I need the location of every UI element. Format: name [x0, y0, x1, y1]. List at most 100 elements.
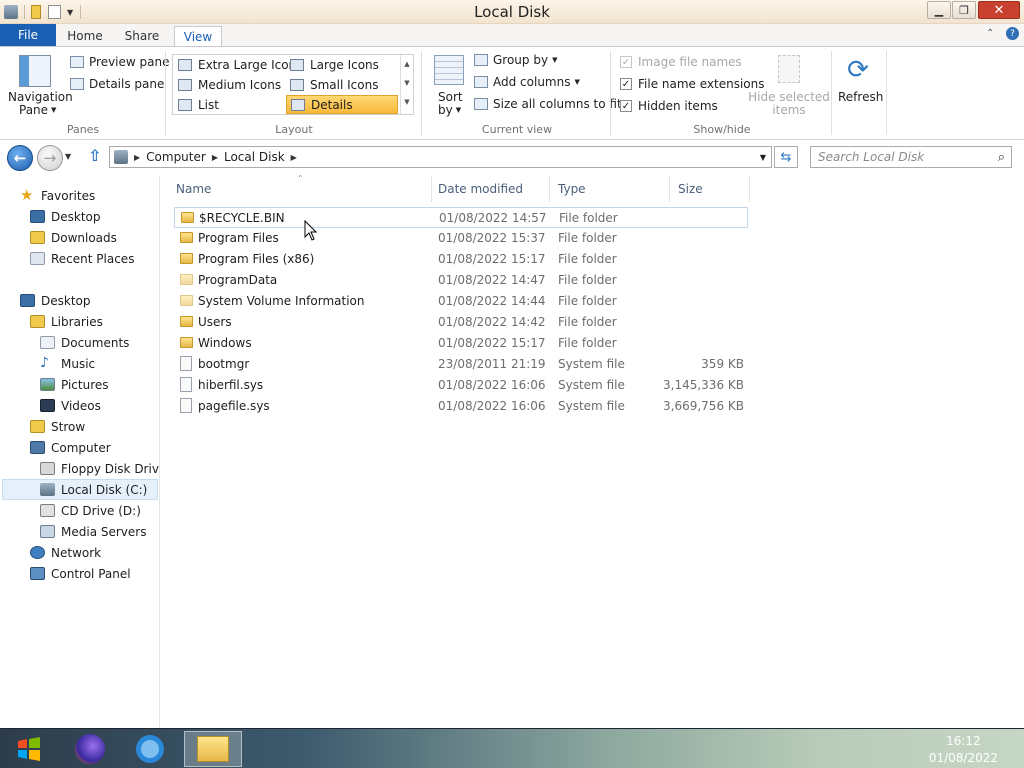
tab-home[interactable]: Home — [60, 26, 110, 46]
nav-cd-drive[interactable]: CD Drive (D:) — [40, 500, 141, 521]
file-row[interactable]: hiberfil.sys 01/08/2022 16:06 System file 3… — [174, 375, 748, 396]
group-by-button[interactable]: Group by ▼ — [474, 53, 557, 67]
nav-network[interactable]: Network — [30, 542, 101, 563]
column-header-date[interactable]: Date modified — [430, 176, 550, 202]
nav-local-disk[interactable]: Local Disk (C:) — [2, 479, 158, 500]
nav-downloads[interactable]: Downloads — [30, 227, 117, 248]
breadcrumb-computer[interactable]: Computer — [146, 150, 206, 164]
nav-label: Documents — [61, 335, 130, 350]
nav-desktop[interactable]: Desktop — [20, 290, 91, 311]
sort-by-label2[interactable]: by ▼ — [438, 103, 461, 117]
file-row[interactable]: ProgramData 01/08/2022 14:47 File folder — [174, 270, 748, 291]
nav-computer[interactable]: Computer — [30, 437, 111, 458]
navigation-pane-icon[interactable] — [19, 55, 51, 87]
details-pane-icon — [70, 78, 84, 90]
size-columns-icon — [474, 98, 488, 110]
minimize-button[interactable]: ▁ — [927, 1, 951, 19]
navigation-pane-label2[interactable]: Pane ▼ — [19, 103, 56, 117]
taskbar-chrome[interactable] — [122, 731, 178, 767]
recent-locations-chevron-icon[interactable]: ▼ — [65, 152, 71, 161]
address-bar[interactable]: ▶ Computer ▶ Local Disk ▶ ▼ — [109, 146, 772, 168]
file-row[interactable]: pagefile.sys 01/08/2022 16:06 System file 3… — [174, 396, 748, 417]
refresh-button[interactable]: Refresh — [838, 90, 883, 104]
scroll-up-icon[interactable]: ▲ — [401, 55, 413, 74]
sort-by-icon[interactable] — [434, 55, 464, 85]
breadcrumb-local-disk[interactable]: Local Disk — [224, 150, 285, 164]
file-name-extensions-checkbox[interactable]: ✓ File name extensions — [620, 77, 765, 91]
layout-list[interactable]: List — [174, 95, 286, 114]
file-row[interactable]: Program Files 01/08/2022 15:37 File folder — [174, 228, 748, 249]
minimize-ribbon-icon[interactable]: ⌃ — [986, 28, 994, 39]
taskbar-firefox[interactable] — [62, 731, 118, 767]
layout-extra-large-icons[interactable]: Extra Large Icons — [174, 55, 302, 74]
column-header-type[interactable]: Type — [550, 176, 670, 202]
taskbar-file-explorer[interactable] — [184, 731, 242, 767]
size-all-columns-button[interactable]: Size all columns to fit — [474, 97, 622, 111]
tab-file[interactable]: File — [0, 24, 56, 46]
breadcrumb-separator-icon[interactable]: ▶ — [212, 153, 218, 162]
breadcrumb-separator-icon[interactable]: ▶ — [291, 153, 297, 162]
image-file-names-checkbox[interactable]: ✓ Image file names — [620, 55, 742, 69]
nav-recent-places[interactable]: Recent Places — [30, 248, 134, 269]
ribbon-tabs: File Home Share View ⌃ ? — [0, 24, 1024, 46]
layout-medium-icons[interactable]: Medium Icons — [174, 75, 286, 94]
nav-control-panel[interactable]: Control Panel — [30, 563, 131, 584]
system-file-icon — [180, 398, 192, 413]
column-header-name[interactable]: Name — [168, 176, 432, 202]
folder-icon — [180, 232, 193, 243]
nav-strow[interactable]: Strow — [30, 416, 85, 437]
search-icon[interactable]: ⌕ — [998, 150, 1005, 165]
tab-share[interactable]: Share — [116, 26, 168, 46]
start-button[interactable] — [0, 731, 58, 767]
layout-large-icons[interactable]: Large Icons — [286, 55, 398, 74]
up-arrow-icon[interactable]: ⇧ — [88, 146, 101, 165]
search-input[interactable]: Search Local Disk ⌕ — [810, 146, 1012, 168]
details-pane-button[interactable]: Details pane — [70, 77, 164, 91]
layout-small-icons[interactable]: Small Icons — [286, 75, 398, 94]
nav-pictures[interactable]: Pictures — [40, 374, 109, 395]
nav-floppy[interactable]: Floppy Disk Drive ( — [40, 458, 159, 479]
help-icon[interactable]: ? — [1006, 27, 1019, 40]
navigation-pane-button[interactable]: Navigation — [8, 90, 73, 104]
forward-button[interactable]: → — [37, 145, 63, 171]
file-row[interactable]: Users 01/08/2022 14:42 File folder — [174, 312, 748, 333]
refresh-icon[interactable]: ⟳ — [843, 55, 873, 85]
hidden-items-checkbox[interactable]: ✓ Hidden items — [620, 99, 718, 113]
preview-pane-button[interactable]: Preview pane — [70, 55, 169, 69]
layout-scroll[interactable]: ▲ ▼ ▼ — [400, 55, 413, 114]
documents-icon — [40, 336, 55, 349]
nav-favorites[interactable]: ★ Favorites — [20, 185, 95, 206]
nav-documents[interactable]: Documents — [40, 332, 129, 353]
file-row[interactable]: $RECYCLE.BIN 01/08/2022 14:57 File folder — [174, 207, 748, 228]
file-row[interactable]: System Volume Information 01/08/2022 14:4… — [174, 291, 748, 312]
scroll-down-icon[interactable]: ▼ — [401, 74, 413, 93]
nav-media-servers[interactable]: Media Servers — [40, 521, 146, 542]
address-toolbar: ← → ▼ ⇧ ▶ Computer ▶ Local Disk ▶ ▼ ⇆ Se… — [0, 140, 1024, 176]
nav-desktop-fav[interactable]: Desktop — [30, 206, 101, 227]
back-button[interactable]: ← — [7, 145, 33, 171]
breadcrumb-separator-icon[interactable]: ▶ — [134, 153, 140, 162]
file-date: 01/08/2022 16:06 — [438, 378, 546, 392]
nav-videos[interactable]: Videos — [40, 395, 101, 416]
nav-libraries[interactable]: Libraries — [30, 311, 103, 332]
more-icon[interactable]: ▼ — [401, 93, 413, 112]
refresh-address-button[interactable]: ⇆ — [774, 146, 798, 168]
tab-view[interactable]: View — [174, 26, 222, 46]
nav-music[interactable]: ♪ Music — [40, 353, 95, 374]
system-clock[interactable]: 16:12 01/08/2022 — [929, 733, 998, 767]
add-columns-button[interactable]: Add columns ▼ — [474, 75, 580, 89]
group-by-icon — [474, 54, 488, 66]
close-button[interactable]: ✕ — [978, 1, 1020, 19]
file-row[interactable]: Program Files (x86) 01/08/2022 15:17 File … — [174, 249, 748, 270]
add-columns-icon — [474, 76, 488, 88]
column-header-size[interactable]: Size — [670, 176, 750, 202]
layout-details[interactable]: Details — [286, 95, 398, 114]
hide-selected-button[interactable]: Hide selected — [748, 90, 830, 104]
maximize-button[interactable]: ❐ — [952, 1, 976, 19]
file-row[interactable]: bootmgr 23/08/2011 21:19 System file 359 KB — [174, 354, 748, 375]
file-row[interactable]: Windows 01/08/2022 15:17 File folder — [174, 333, 748, 354]
sort-by-button[interactable]: Sort — [438, 90, 463, 104]
libraries-icon — [30, 315, 45, 328]
address-dropdown-icon[interactable]: ▼ — [760, 153, 766, 162]
folder-icon — [180, 337, 193, 348]
